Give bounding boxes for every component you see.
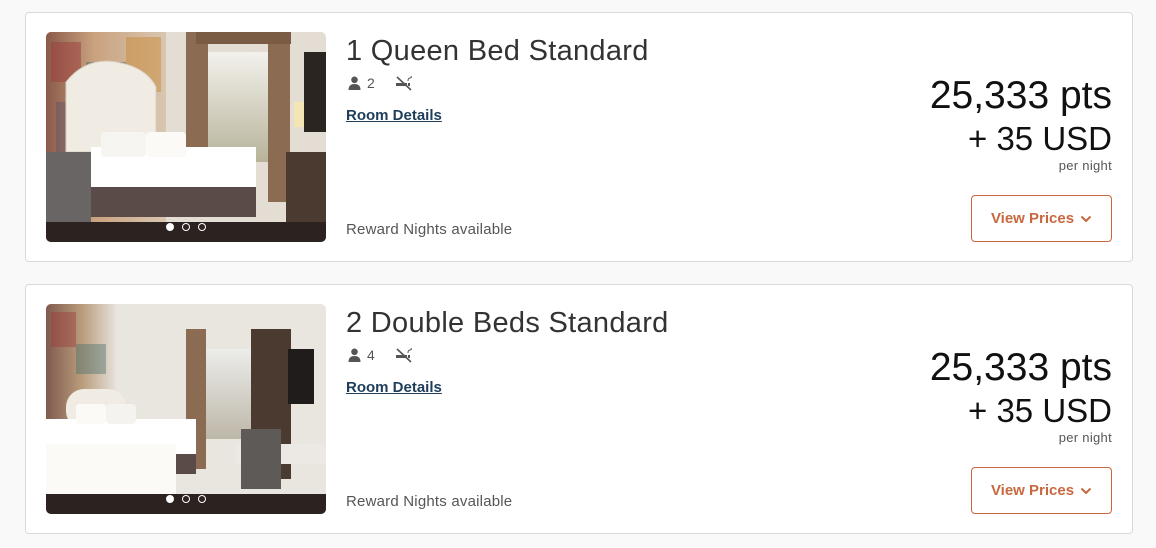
cash-price: + 35 USD <box>968 392 1112 429</box>
cash-price: + 35 USD <box>968 120 1112 157</box>
reward-nights-text: Reward Nights available <box>346 493 513 510</box>
carousel-dots <box>46 223 326 231</box>
view-prices-label: View Prices <box>990 210 1075 227</box>
carousel-dot[interactable] <box>182 223 190 231</box>
per-night-label: per night <box>1058 158 1112 173</box>
no-smoking-icon <box>395 75 412 91</box>
carousel-dot[interactable] <box>198 223 206 231</box>
room-photo <box>46 304 326 514</box>
room-title: 1 Queen Bed Standard <box>346 35 649 67</box>
room-amenities: 4 <box>348 346 413 364</box>
chevron-down-icon <box>1080 487 1092 494</box>
points-price: 25,333 pts <box>929 346 1112 389</box>
room-details-link[interactable]: Room Details <box>346 379 442 396</box>
carousel-dot[interactable] <box>166 495 174 503</box>
room-title: 2 Double Beds Standard <box>346 307 669 339</box>
guest-count: 4 <box>367 347 375 363</box>
room-card: 1 Queen Bed Standard 2 Room Details Rewa… <box>25 12 1133 262</box>
carousel-dot[interactable] <box>182 495 190 503</box>
price-block: 25,333 pts + 35 USD per night <box>930 73 1112 173</box>
room-amenities: 2 <box>348 74 413 92</box>
no-smoking-icon <box>395 347 412 363</box>
price-block: 25,333 pts + 35 USD per night <box>930 345 1112 445</box>
room-photo-carousel[interactable] <box>46 32 326 242</box>
view-prices-button[interactable]: View Prices <box>971 467 1112 514</box>
carousel-dot[interactable] <box>166 223 174 231</box>
view-prices-label: View Prices <box>990 482 1075 499</box>
view-prices-button[interactable]: View Prices <box>971 195 1112 242</box>
points-price: 25,333 pts <box>929 74 1112 117</box>
carousel-dot[interactable] <box>198 495 206 503</box>
room-card: 2 Double Beds Standard 4 Room Details Re… <box>25 284 1133 534</box>
person-icon <box>348 76 361 90</box>
reward-nights-text: Reward Nights available <box>346 221 513 238</box>
room-details-link[interactable]: Room Details <box>346 107 442 124</box>
per-night-label: per night <box>1058 430 1112 445</box>
chevron-down-icon <box>1080 215 1092 222</box>
room-photo <box>46 32 326 242</box>
person-icon <box>348 348 361 362</box>
guest-count: 2 <box>367 75 375 91</box>
carousel-dots <box>46 495 326 503</box>
room-photo-carousel[interactable] <box>46 304 326 514</box>
